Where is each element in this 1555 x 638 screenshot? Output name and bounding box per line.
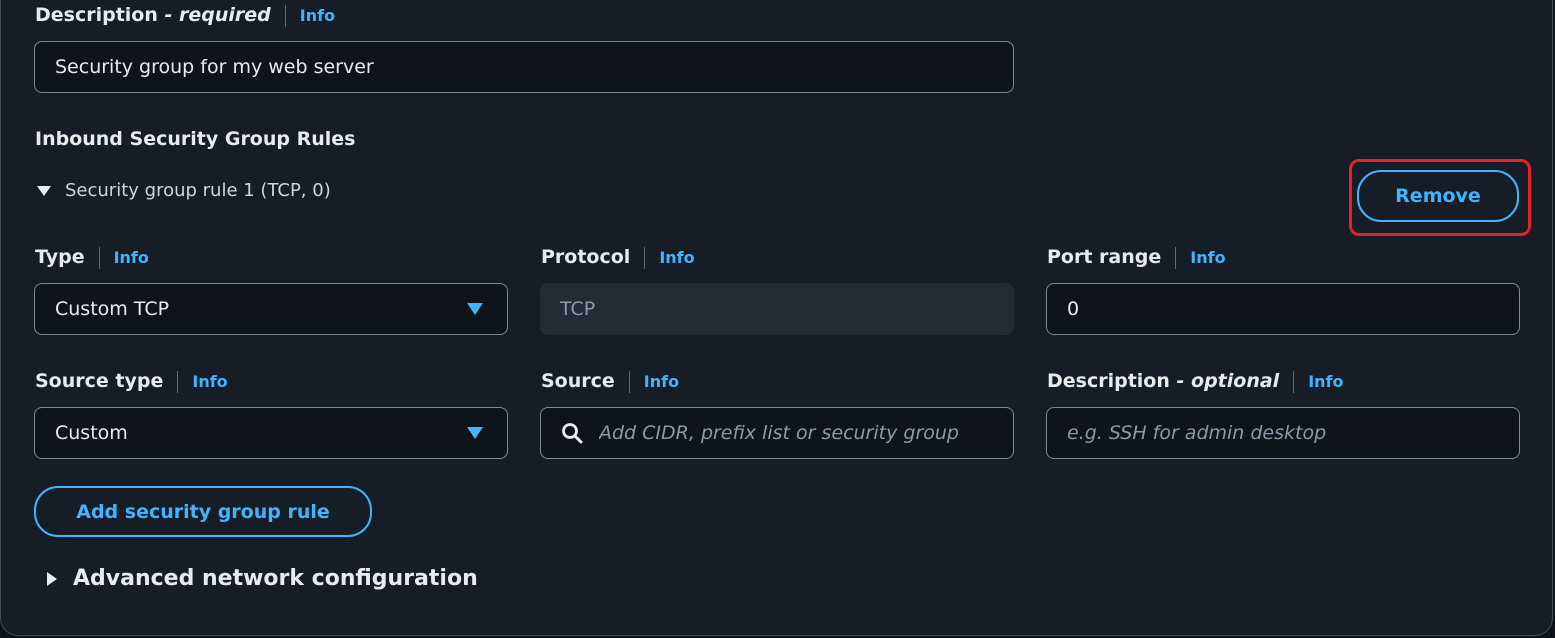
port-range-value: 0 <box>1067 298 1080 320</box>
description-required-qualifier: - required <box>164 4 271 26</box>
protocol-info-link[interactable]: Info <box>659 248 694 267</box>
type-label-row: Type Info <box>35 246 149 269</box>
rule-description-placeholder: e.g. SSH for admin desktop <box>1067 422 1327 444</box>
divider <box>644 246 646 269</box>
type-label: Type <box>35 246 85 268</box>
divider <box>284 4 286 27</box>
description-info-link[interactable]: Info <box>300 6 335 25</box>
port-range-label-row: Port range Info <box>1047 246 1226 269</box>
description-label-row: Description - required Info <box>35 4 335 27</box>
rule-description-label-row: Description - optional Info <box>1047 370 1343 393</box>
remove-button[interactable]: Remove <box>1357 170 1519 222</box>
caret-right-icon <box>47 571 57 586</box>
source-type-value: Custom <box>55 422 128 444</box>
rule-description-info-link[interactable]: Info <box>1308 372 1343 391</box>
advanced-network-configuration-label: Advanced network configuration <box>73 566 478 591</box>
source-search-input[interactable]: Add CIDR, prefix list or security group <box>540 407 1014 459</box>
search-icon <box>562 423 583 444</box>
dropdown-caret-icon <box>467 427 483 439</box>
rule-1-title: Security group rule 1 (TCP, 0) <box>65 180 331 201</box>
description-value: Security group for my web server <box>55 56 374 78</box>
divider <box>98 246 100 269</box>
port-range-label: Port range <box>1047 246 1162 268</box>
source-type-info-link[interactable]: Info <box>192 372 227 391</box>
divider <box>1175 246 1177 269</box>
source-type-select[interactable]: Custom <box>34 407 508 459</box>
inbound-rules-title: Inbound Security Group Rules <box>35 128 356 150</box>
port-range-input[interactable]: 0 <box>1046 283 1520 335</box>
rule-1-expander[interactable]: Security group rule 1 (TCP, 0) <box>37 180 331 201</box>
divider <box>628 370 630 393</box>
port-range-info-link[interactable]: Info <box>1190 248 1225 267</box>
caret-down-icon <box>37 185 51 196</box>
rule-description-label: Description <box>1047 370 1170 392</box>
add-security-group-rule-button[interactable]: Add security group rule <box>34 486 372 537</box>
protocol-label-row: Protocol Info <box>541 246 695 269</box>
source-type-label-row: Source type Info <box>35 370 228 393</box>
dropdown-caret-icon <box>467 303 483 315</box>
rule-description-input[interactable]: e.g. SSH for admin desktop <box>1046 407 1520 459</box>
rule-description-optional-qualifier: - optional <box>1176 370 1280 392</box>
type-info-link[interactable]: Info <box>114 248 149 267</box>
protocol-field: TCP <box>540 283 1014 335</box>
advanced-network-configuration-expander[interactable]: Advanced network configuration <box>47 566 478 591</box>
source-info-link[interactable]: Info <box>644 372 679 391</box>
description-label: Description <box>35 4 158 26</box>
source-type-label: Source type <box>35 370 164 392</box>
source-label: Source <box>541 370 615 392</box>
protocol-value: TCP <box>560 298 596 320</box>
type-value: Custom TCP <box>55 298 170 320</box>
divider <box>1293 370 1295 393</box>
source-placeholder: Add CIDR, prefix list or security group <box>599 422 959 444</box>
source-label-row: Source Info <box>541 370 679 393</box>
protocol-label: Protocol <box>541 246 631 268</box>
divider <box>177 370 179 393</box>
type-select[interactable]: Custom TCP <box>34 283 508 335</box>
description-field[interactable]: Security group for my web server <box>34 41 1014 93</box>
